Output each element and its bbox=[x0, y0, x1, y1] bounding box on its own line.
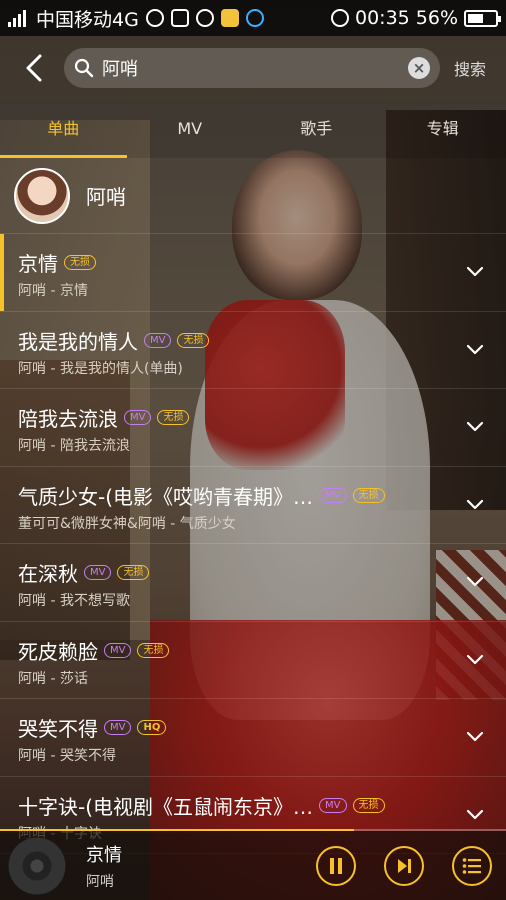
chevron-down-icon[interactable] bbox=[466, 805, 484, 823]
search-input[interactable] bbox=[102, 57, 408, 79]
song-title: 京情 bbox=[18, 252, 58, 276]
app-icon bbox=[220, 9, 239, 27]
mv-badge: MV bbox=[84, 565, 112, 580]
search-icon bbox=[74, 58, 94, 78]
search-bar: × 搜索 bbox=[0, 36, 506, 100]
lossless-badge: 无损 bbox=[177, 332, 210, 348]
pause-icon bbox=[330, 857, 342, 874]
song-title: 在深秋 bbox=[18, 562, 78, 586]
lossless-badge: 无损 bbox=[64, 255, 96, 270]
artist-name: 阿哨 bbox=[86, 185, 126, 209]
lossless-badge: 无损 bbox=[352, 487, 385, 503]
song-row[interactable]: 气质少女-(电影《哎哟青春期》… MV 无损董可可&微胖女神&阿哨 - 气质少女 bbox=[0, 467, 506, 544]
song-row[interactable]: 死皮赖脸 MV 无损阿哨 - 莎话 bbox=[0, 622, 506, 699]
song-title: 气质少女-(电影《哎哟青春期》… bbox=[18, 484, 314, 509]
lossless-badge: 无损 bbox=[117, 565, 150, 580]
playback-progress[interactable] bbox=[0, 829, 506, 831]
song-row[interactable]: 哭笑不得 MV HQ 阿哨 - 哭笑不得 bbox=[0, 699, 506, 777]
lossless-badge: 无损 bbox=[137, 642, 170, 658]
playlist-button[interactable] bbox=[452, 845, 492, 886]
lossless-badge: 无损 bbox=[352, 797, 385, 813]
mv-badge: MV bbox=[144, 332, 172, 348]
playlist-icon bbox=[462, 857, 481, 874]
mv-badge: MV bbox=[319, 797, 347, 813]
song-title: 十字诀-(电视剧《五鼠闹东京》… bbox=[18, 794, 314, 819]
mini-player: 京情 阿哨 bbox=[0, 831, 506, 900]
chevron-down-icon[interactable] bbox=[466, 340, 484, 358]
chevron-down-icon[interactable] bbox=[466, 417, 484, 435]
tab-3[interactable]: 专辑 bbox=[380, 100, 506, 158]
song-title: 哭笑不得 bbox=[18, 717, 98, 741]
mv-badge: MV bbox=[319, 487, 347, 503]
mv-badge: MV bbox=[124, 410, 152, 425]
status-bar: 中国移动4G 00:35 56% bbox=[0, 0, 506, 36]
avatar bbox=[14, 167, 70, 224]
album-disc[interactable] bbox=[8, 836, 66, 895]
chevron-down-icon[interactable] bbox=[466, 572, 484, 590]
song-row[interactable]: 京情 无损阿哨 - 京情 bbox=[0, 234, 506, 312]
next-track-icon bbox=[398, 858, 411, 873]
tab-2[interactable]: 歌手 bbox=[253, 100, 380, 158]
qq-icon bbox=[245, 9, 264, 27]
pause-button[interactable] bbox=[316, 845, 356, 886]
alarm-icon bbox=[331, 9, 349, 27]
back-button[interactable] bbox=[10, 44, 58, 92]
chevron-down-icon[interactable] bbox=[466, 262, 484, 280]
hq-badge: HQ bbox=[137, 720, 167, 735]
now-playing-title: 京情 bbox=[86, 844, 122, 866]
song-list: 京情 无损 阿哨 - 京情 我是我的情人 MV 无损 阿哨 - 我是我的情人(单曲) 陪我去流… bbox=[0, 234, 506, 854]
clear-icon[interactable]: × bbox=[408, 57, 430, 79]
chevron-down-icon[interactable] bbox=[466, 727, 484, 745]
song-subtitle: 阿哨 - 京情 bbox=[18, 283, 88, 299]
result-tabs: 单曲 MV 歌手 专辑 bbox=[0, 100, 506, 158]
song-row[interactable]: 在深秋 MV 无损阿哨 - 我不想写歌 bbox=[0, 544, 506, 622]
song-title: 死皮赖脸 bbox=[18, 639, 98, 664]
tab-1[interactable]: MV bbox=[127, 100, 254, 158]
song-row[interactable]: 陪我去流浪 MV 无损阿哨 - 陪我去流浪 bbox=[0, 389, 506, 467]
back-arrow-icon bbox=[26, 54, 42, 82]
signal-icon bbox=[8, 9, 26, 27]
search-box[interactable]: × bbox=[64, 48, 440, 88]
lossless-badge: 无损 bbox=[157, 410, 190, 425]
chevron-down-icon[interactable] bbox=[466, 495, 484, 513]
document-icon bbox=[170, 9, 189, 27]
tab-0[interactable]: 单曲 bbox=[0, 100, 127, 158]
song-title: 我是我的情人 bbox=[18, 329, 138, 354]
song-row[interactable]: 我是我的情人 MV 无损阿哨 - 我是我的情人(单曲) bbox=[0, 312, 506, 389]
song-subtitle: 阿哨 - 我是我的情人(单曲) bbox=[18, 360, 183, 377]
song-subtitle: 阿哨 - 我不想写歌 bbox=[18, 593, 130, 609]
song-title: 陪我去流浪 bbox=[18, 407, 118, 431]
chevron-down-icon[interactable] bbox=[466, 650, 484, 668]
song-subtitle: 董可可&微胖女神&阿哨 - 气质少女 bbox=[18, 515, 236, 532]
battery-percent: 56% bbox=[415, 7, 458, 29]
chat-icon bbox=[195, 9, 214, 27]
now-playing-artist: 阿哨 bbox=[86, 873, 114, 890]
battery-icon bbox=[464, 9, 501, 27]
time-label: 00:35 bbox=[355, 7, 410, 29]
next-button[interactable] bbox=[384, 845, 424, 886]
song-subtitle: 阿哨 - 哭笑不得 bbox=[18, 748, 116, 764]
song-subtitle: 阿哨 - 陪我去流浪 bbox=[18, 438, 130, 454]
search-button[interactable]: 搜索 bbox=[454, 56, 486, 80]
wifi-icon bbox=[145, 9, 164, 27]
artist-row[interactable]: 阿哨 bbox=[0, 158, 506, 234]
carrier-label: 中国移动4G bbox=[36, 8, 139, 31]
song-subtitle: 阿哨 - 莎话 bbox=[18, 670, 88, 687]
mv-badge: MV bbox=[104, 642, 132, 658]
mv-badge: MV bbox=[104, 720, 132, 735]
